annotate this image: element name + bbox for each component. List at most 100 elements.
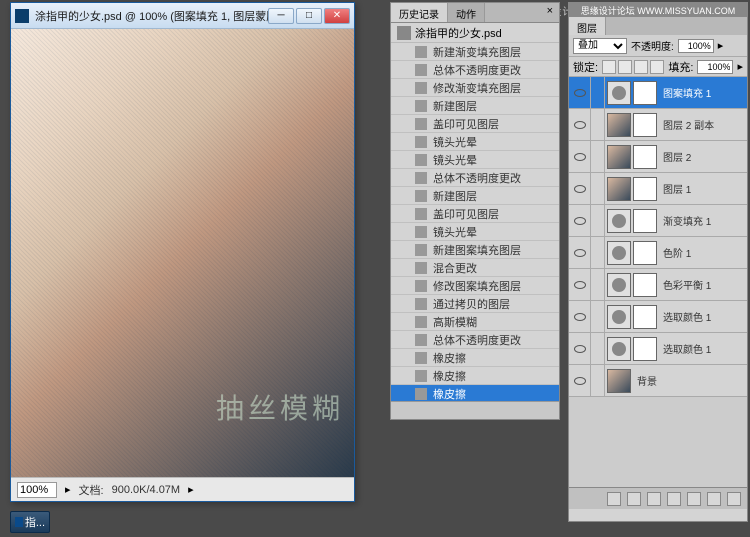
layer-row[interactable]: 图层 2 [569,141,747,173]
zoom-input[interactable] [17,482,57,498]
layer-thumb[interactable] [607,241,631,265]
blend-mode-select[interactable]: 叠加 [573,38,627,54]
visibility-toggle[interactable] [569,269,591,300]
visibility-toggle[interactable] [569,173,591,204]
layers-list[interactable]: 图案填充 1图层 2 副本图层 2图层 1渐变填充 1色阶 1色彩平衡 1选取颜… [569,77,747,487]
link-layers-icon[interactable] [607,492,621,506]
layer-mask-thumb[interactable] [633,81,657,105]
history-item[interactable]: 新建渐变填充图层 [391,43,559,61]
link-col[interactable] [591,205,605,236]
layer-thumb[interactable] [607,145,631,169]
visibility-toggle[interactable] [569,333,591,364]
opacity-arrow-icon[interactable]: ▸ [718,39,724,52]
layer-thumb[interactable] [607,305,631,329]
history-item[interactable]: 镜头光晕 [391,133,559,151]
status-arrow-icon[interactable]: ▸ [65,483,71,496]
layer-row[interactable]: 图层 1 [569,173,747,205]
adjustment-layer-icon[interactable] [667,492,681,506]
layer-thumb[interactable] [607,369,631,393]
minimize-button[interactable]: ─ [268,8,294,24]
layer-mask-icon[interactable] [647,492,661,506]
lock-pixels-icon[interactable] [618,60,632,74]
tab-history[interactable]: 历史记录 [391,3,448,22]
link-col[interactable] [591,269,605,300]
maximize-button[interactable]: □ [296,8,322,24]
history-item[interactable]: 高斯模糊 [391,313,559,331]
layer-row[interactable]: 选取颜色 1 [569,301,747,333]
history-item[interactable]: 新建图层 [391,187,559,205]
history-snapshot[interactable]: 涂指甲的少女.psd [391,23,559,43]
history-item[interactable]: 橡皮擦 [391,385,559,401]
link-col[interactable] [591,301,605,332]
visibility-toggle[interactable] [569,237,591,268]
layer-mask-thumb[interactable] [633,337,657,361]
history-item[interactable]: 橡皮擦 [391,367,559,385]
opacity-input[interactable] [678,39,714,53]
layer-thumb[interactable] [607,273,631,297]
history-item[interactable]: 总体不透明度更改 [391,331,559,349]
link-col[interactable] [591,237,605,268]
history-item[interactable]: 通过拷贝的图层 [391,295,559,313]
layer-thumb[interactable] [607,177,631,201]
layer-mask-thumb[interactable] [633,273,657,297]
lock-all-icon[interactable] [650,60,664,74]
layer-mask-thumb[interactable] [633,145,657,169]
link-col[interactable] [591,109,605,140]
panel-menu-icon[interactable]: × [541,3,559,22]
link-col[interactable] [591,173,605,204]
layer-mask-thumb[interactable] [633,241,657,265]
tab-layers[interactable]: 图层 [569,17,606,35]
history-item[interactable]: 镜头光晕 [391,223,559,241]
layer-row[interactable]: 选取颜色 1 [569,333,747,365]
document-titlebar[interactable]: 涂指甲的少女.psd @ 100% (图案填充 1, 图层蒙版/8) ─ □ ✕ [11,3,354,29]
link-col[interactable] [591,365,605,396]
layer-mask-thumb[interactable] [633,177,657,201]
link-col[interactable] [591,77,605,108]
history-item[interactable]: 橡皮擦 [391,349,559,367]
visibility-toggle[interactable] [569,77,591,108]
visibility-toggle[interactable] [569,205,591,236]
visibility-toggle[interactable] [569,365,591,396]
layer-thumb[interactable] [607,81,631,105]
history-item[interactable]: 混合更改 [391,259,559,277]
history-item[interactable]: 新建图案填充图层 [391,241,559,259]
layer-row[interactable]: 图层 2 副本 [569,109,747,141]
visibility-toggle[interactable] [569,141,591,172]
layer-thumb[interactable] [607,113,631,137]
history-item[interactable]: 修改图案填充图层 [391,277,559,295]
lock-transparent-icon[interactable] [602,60,616,74]
history-item[interactable]: 镜头光晕 [391,151,559,169]
visibility-toggle[interactable] [569,301,591,332]
taskbar-document-button[interactable]: 指... [10,511,50,533]
layer-mask-thumb[interactable] [633,305,657,329]
layer-row[interactable]: 渐变填充 1 [569,205,747,237]
fill-arrow-icon[interactable]: ▸ [737,60,743,73]
layer-row[interactable]: 色阶 1 [569,237,747,269]
layer-thumb[interactable] [607,209,631,233]
layer-style-icon[interactable] [627,492,641,506]
document-canvas[interactable]: 抽丝模糊 [11,29,354,477]
close-button[interactable]: ✕ [324,8,350,24]
history-item[interactable]: 盖印可见图层 [391,115,559,133]
layer-row[interactable]: 背景 [569,365,747,397]
delete-layer-icon[interactable] [727,492,741,506]
history-item[interactable]: 盖印可见图层 [391,205,559,223]
fill-input[interactable] [697,60,733,74]
layer-mask-thumb[interactable] [633,209,657,233]
new-layer-icon[interactable] [707,492,721,506]
history-item[interactable]: 总体不透明度更改 [391,169,559,187]
layer-row[interactable]: 色彩平衡 1 [569,269,747,301]
layer-mask-thumb[interactable] [633,113,657,137]
history-list[interactable]: 新建渐变填充图层总体不透明度更改修改渐变填充图层新建图层盖印可见图层镜头光晕镜头… [391,43,559,401]
layer-group-icon[interactable] [687,492,701,506]
history-item[interactable]: 总体不透明度更改 [391,61,559,79]
status-menu-icon[interactable]: ▸ [188,483,194,496]
link-col[interactable] [591,141,605,172]
link-col[interactable] [591,333,605,364]
layer-thumb[interactable] [607,337,631,361]
tab-actions[interactable]: 动作 [448,3,485,22]
layer-row[interactable]: 图案填充 1 [569,77,747,109]
history-item[interactable]: 新建图层 [391,97,559,115]
lock-position-icon[interactable] [634,60,648,74]
visibility-toggle[interactable] [569,109,591,140]
